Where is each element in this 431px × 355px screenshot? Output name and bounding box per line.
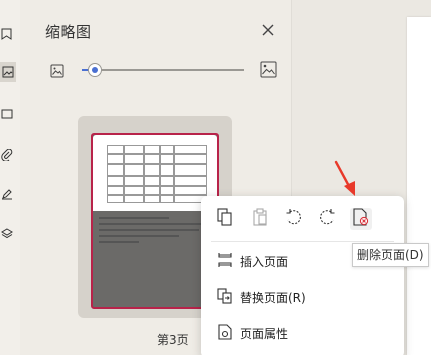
bookmark-icon[interactable]: [0, 26, 14, 42]
menu-item-label: 替换页面(R): [240, 291, 306, 305]
page-properties-icon: [217, 324, 233, 340]
menu-item-page-properties[interactable]: 页面属性: [201, 316, 404, 350]
document-page: [407, 17, 431, 355]
menu-item-label: 页面属性: [240, 327, 289, 341]
zoom-slider-handle[interactable]: [88, 63, 102, 77]
page-number-label: 第3页: [157, 333, 189, 347]
attachment-icon[interactable]: [0, 147, 14, 163]
delete-page-icon: [352, 208, 370, 230]
zoom-out-image-icon[interactable]: [50, 63, 64, 78]
menu-divider: [211, 241, 394, 242]
page-thumbnail[interactable]: [91, 133, 219, 309]
delete-page-tooltip: 删除页面(D): [352, 243, 429, 267]
copy-page-icon: [216, 208, 234, 230]
paste-page-button[interactable]: [249, 208, 271, 230]
replace-page-icon: [217, 288, 233, 304]
layers-icon[interactable]: [0, 226, 14, 242]
signature-icon[interactable]: [0, 186, 14, 202]
copy-page-button[interactable]: [214, 208, 236, 230]
menu-item-label: 插入页面: [240, 255, 289, 269]
close-icon[interactable]: [260, 22, 276, 38]
rotate-left-icon: [285, 208, 303, 230]
zoom-slider[interactable]: [82, 63, 244, 77]
rotate-right-button[interactable]: [316, 208, 338, 230]
context-menu-toolbar: [201, 196, 404, 240]
thumbnail-view-icon[interactable]: [0, 62, 16, 82]
comment-icon[interactable]: [0, 106, 14, 122]
insert-page-icon: [217, 252, 233, 268]
delete-page-button[interactable]: [350, 208, 372, 230]
zoom-in-image-icon[interactable]: [260, 61, 277, 78]
panel-title: 缩略图: [45, 23, 92, 41]
thumbnail-table-graphic: [107, 145, 207, 203]
rotate-right-icon: [318, 208, 336, 230]
paste-page-icon: [251, 208, 269, 230]
menu-item-replace-page[interactable]: 替换页面(R): [201, 280, 404, 314]
page-thumbnail-content: [93, 135, 217, 211]
rotate-left-button[interactable]: [283, 208, 305, 230]
red-arrow-icon: [334, 160, 360, 200]
thumbnail-text-lines: [99, 217, 211, 247]
page-context-menu: 插入页面 替换页面(R) 页面属性: [201, 196, 404, 355]
left-toolbar: [0, 0, 20, 355]
